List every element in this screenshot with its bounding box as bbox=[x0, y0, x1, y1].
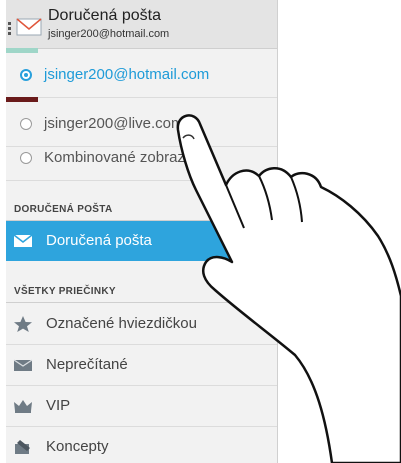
star-icon bbox=[14, 316, 32, 332]
menu-dots-icon bbox=[8, 22, 11, 36]
account-label: Kombinované zobrazenie bbox=[44, 149, 214, 166]
background-content bbox=[277, 0, 401, 463]
mail-app-icon bbox=[16, 18, 42, 36]
drawer-header[interactable]: Doručená pošta jsinger200@hotmail.com bbox=[6, 0, 277, 49]
unread-envelope-icon bbox=[13, 359, 33, 371]
radio-unselected[interactable] bbox=[20, 118, 32, 130]
radio-unselected[interactable] bbox=[20, 152, 32, 164]
folder-item-vip[interactable]: VIP bbox=[6, 386, 277, 427]
account-label: jsinger200@live.com bbox=[44, 115, 184, 132]
section-header-inbox: DORUČENÁ POŠTA bbox=[6, 196, 277, 221]
drafts-icon bbox=[15, 440, 30, 454]
folder-item-inbox[interactable]: Doručená pošta bbox=[6, 221, 277, 261]
crown-icon bbox=[14, 400, 32, 413]
folder-label: Doručená pošta bbox=[46, 232, 152, 249]
account-item-hotmail[interactable]: jsinger200@hotmail.com bbox=[6, 53, 277, 98]
header-account: jsinger200@hotmail.com bbox=[48, 28, 170, 40]
folder-label: Koncepty bbox=[46, 438, 109, 455]
account-item-combined[interactable]: Kombinované zobrazenie bbox=[6, 136, 277, 181]
folder-label: Neprečítané bbox=[46, 356, 128, 373]
account-label: jsinger200@hotmail.com bbox=[44, 66, 210, 83]
section-title: VŠETKY PRIEČINKY bbox=[14, 286, 116, 297]
radio-selected[interactable] bbox=[20, 69, 32, 81]
folder-item-starred[interactable]: Označené hviezdičkou bbox=[6, 304, 277, 345]
section-title: DORUČENÁ POŠTA bbox=[14, 204, 113, 215]
navigation-drawer: Doručená pošta jsinger200@hotmail.com js… bbox=[6, 0, 278, 463]
envelope-icon bbox=[13, 234, 33, 247]
header-title: Doručená pošta bbox=[48, 7, 161, 24]
folder-item-unread[interactable]: Neprečítané bbox=[6, 345, 277, 386]
folder-label: Označené hviezdičkou bbox=[46, 315, 197, 332]
folder-label: VIP bbox=[46, 397, 71, 414]
folder-item-drafts[interactable]: Koncepty bbox=[6, 427, 277, 463]
section-header-all-folders: VŠETKY PRIEČINKY bbox=[6, 278, 277, 303]
